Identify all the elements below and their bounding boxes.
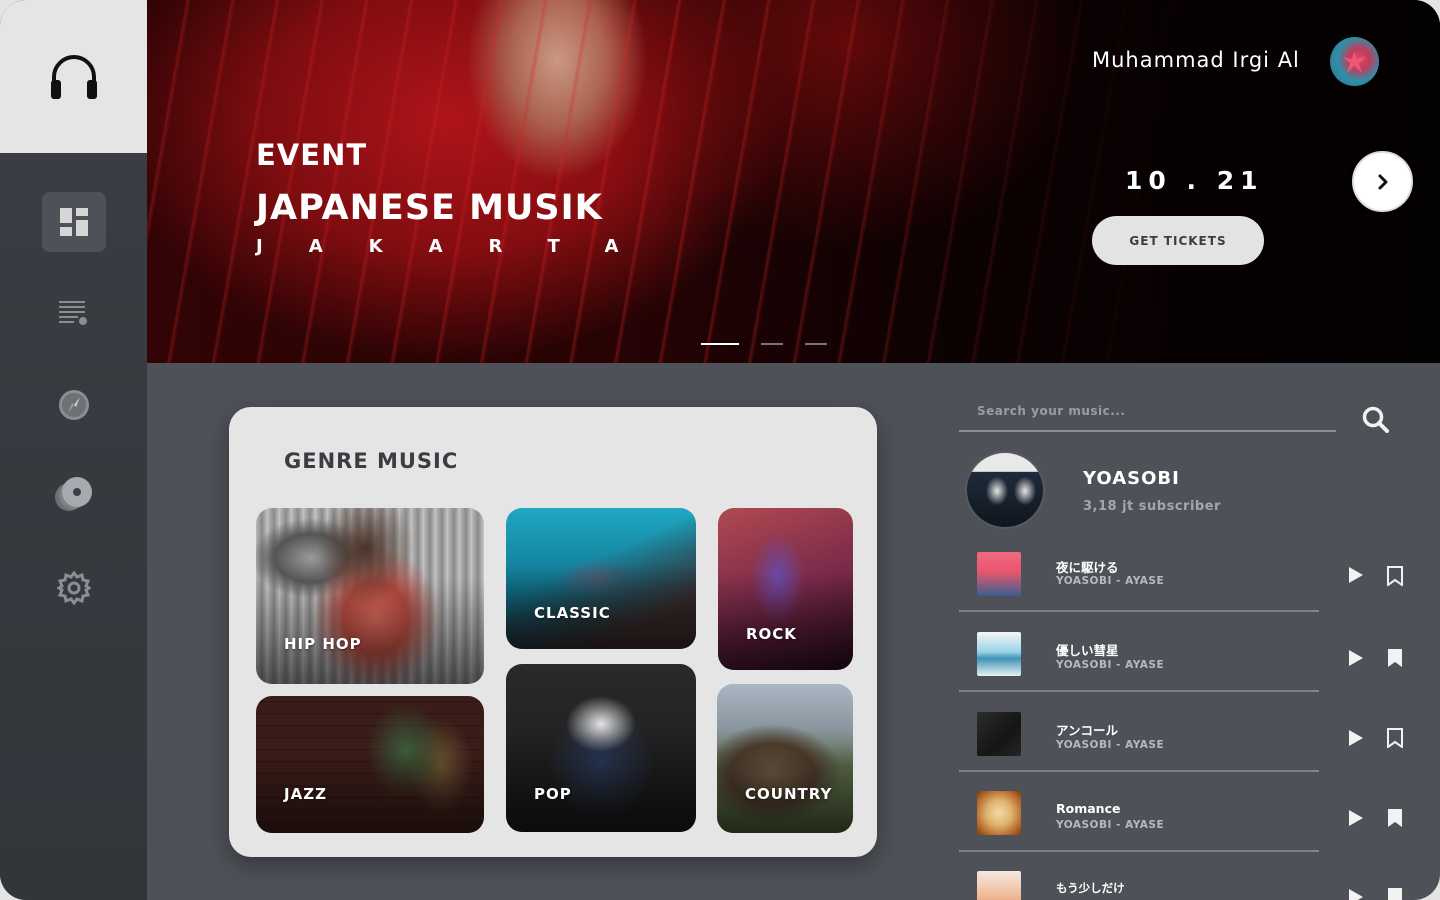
nav-playlist[interactable] (42, 283, 106, 343)
song-row[interactable]: 夜に駆ける YOASOBI - AYASE (959, 532, 1319, 612)
search-input[interactable] (959, 393, 1336, 429)
chevron-right-icon (1378, 174, 1387, 189)
sidebar (0, 0, 147, 900)
get-tickets-button[interactable]: GET TICKETS (1092, 216, 1264, 265)
song-row[interactable]: 優しい彗星 YOASOBI - AYASE (959, 612, 1319, 692)
song-artist: YOASOBI - AYASE (1056, 575, 1165, 587)
song-title: もう少しだけ (1056, 881, 1125, 895)
genre-tile-hip-hop[interactable]: HIP HOP (256, 508, 484, 684)
genre-title: GENRE MUSIC (284, 449, 459, 473)
genre-tile-rock[interactable]: ROCK (718, 508, 853, 670)
song-row[interactable]: Romance YOASOBI - AYASE (959, 772, 1319, 852)
song-cover (977, 552, 1021, 596)
event-title: JAPANESE MUSIK (256, 188, 603, 228)
song-row[interactable]: アンコール YOASOBI - AYASE (959, 692, 1319, 772)
search-icon[interactable] (1361, 405, 1391, 435)
bookmark-outline-icon[interactable] (1386, 728, 1404, 748)
song-title: 夜に駆ける (1056, 560, 1119, 575)
dashboard-icon (60, 208, 88, 236)
play-icon[interactable] (1347, 809, 1365, 827)
nav-albums[interactable] (42, 464, 106, 524)
nav-explore[interactable] (42, 375, 106, 435)
genre-tile-classic[interactable]: CLASSIC (506, 508, 696, 649)
song-cover (977, 791, 1021, 835)
play-icon[interactable] (1347, 888, 1365, 900)
event-kicker: EVENT (256, 138, 368, 172)
play-icon[interactable] (1347, 729, 1365, 747)
genre-label: JAZZ (284, 785, 327, 803)
genre-label: HIP HOP (284, 635, 362, 653)
song-artist: YOASOBI - AYASE (1056, 659, 1165, 671)
nav-settings[interactable] (42, 558, 106, 618)
nav-dashboard[interactable] (42, 192, 106, 252)
song-title: アンコール (1056, 723, 1119, 738)
gear-icon (57, 571, 91, 605)
user-name[interactable]: Muhammad Irgi Al (1092, 48, 1300, 72)
event-city: JAKARTA (256, 236, 665, 257)
genre-tile-jazz[interactable]: JAZZ (256, 696, 484, 833)
song-row[interactable]: もう少しだけ (959, 852, 1319, 900)
play-icon[interactable] (1347, 566, 1365, 584)
artist-avatar[interactable] (965, 451, 1045, 529)
song-title: 優しい彗星 (1056, 643, 1119, 658)
song-artist: YOASOBI - AYASE (1056, 819, 1165, 831)
playlist-icon (59, 301, 87, 325)
genre-tile-pop[interactable]: POP (506, 664, 696, 832)
song-cover (977, 871, 1021, 900)
genre-label: POP (534, 785, 572, 803)
song-title: Romance (1056, 801, 1121, 816)
carousel-indicator (701, 343, 827, 345)
avatar[interactable] (1330, 37, 1379, 86)
carousel-dot[interactable] (805, 343, 827, 345)
bookmark-filled-icon[interactable] (1386, 887, 1404, 900)
genre-label: ROCK (746, 625, 797, 643)
next-slide-button[interactable] (1352, 151, 1413, 212)
artist-subscribers: 3,18 jt subscriber (1083, 499, 1221, 514)
genre-label: COUNTRY (745, 785, 833, 803)
carousel-dot[interactable] (701, 343, 739, 345)
logo[interactable] (0, 0, 147, 153)
app-window: EVENT JAPANESE MUSIK JAKARTA Muhammad Ir… (0, 0, 1440, 900)
song-cover (977, 632, 1021, 676)
headphones-icon (50, 54, 97, 99)
search-bar (959, 393, 1336, 432)
song-cover (977, 712, 1021, 756)
event-date: 10 . 21 (1125, 166, 1264, 195)
genre-panel: GENRE MUSIC HIP HOP CLASSIC ROCK JAZZ PO… (229, 407, 877, 857)
song-artist: YOASOBI - AYASE (1056, 739, 1165, 751)
play-icon[interactable] (1347, 649, 1365, 667)
bookmark-outline-icon[interactable] (1386, 566, 1404, 586)
vinyl-icon (55, 477, 92, 511)
genre-tile-country[interactable]: COUNTRY (717, 684, 853, 833)
carousel-dot[interactable] (761, 343, 783, 345)
compass-icon (59, 390, 89, 420)
genre-label: CLASSIC (534, 604, 611, 622)
artist-name[interactable]: YOASOBI (1083, 468, 1180, 489)
bookmark-filled-icon[interactable] (1386, 808, 1404, 828)
bookmark-filled-icon[interactable] (1386, 648, 1404, 668)
event-banner[interactable]: EVENT JAPANESE MUSIK JAKARTA Muhammad Ir… (147, 0, 1440, 363)
